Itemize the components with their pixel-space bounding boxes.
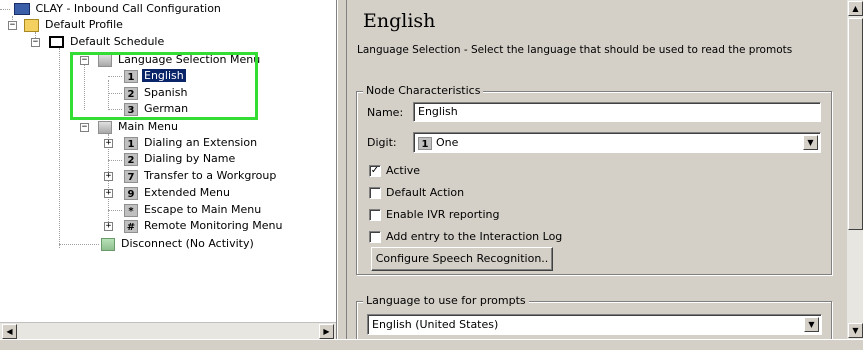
tree-connector bbox=[84, 64, 85, 110]
tree-node-main-item[interactable]: 2 Dialing by Name bbox=[124, 151, 237, 167]
tree-node-schedule[interactable]: Default Schedule bbox=[49, 34, 166, 50]
collapse-icon[interactable]: − bbox=[80, 123, 89, 132]
tree-connector bbox=[108, 134, 109, 228]
tree-connector bbox=[108, 93, 122, 94]
menu-node-icon bbox=[98, 120, 112, 134]
expand-icon[interactable]: + bbox=[104, 172, 113, 181]
tree-node-language-spanish[interactable]: 2 Spanish bbox=[124, 85, 189, 101]
chevron-down-icon[interactable]: ▼ bbox=[804, 317, 819, 332]
expand-icon[interactable]: + bbox=[104, 139, 113, 148]
active-checkbox[interactable]: ✓ Active bbox=[369, 164, 420, 178]
group-legend: Node Characteristics bbox=[363, 84, 484, 97]
tree-connector bbox=[108, 80, 109, 110]
tree-node-main-item[interactable]: 7 Transfer to a Workgroup bbox=[124, 168, 278, 184]
node-characteristics-group: Node Characteristics Name: English Digit… bbox=[356, 84, 832, 275]
tree-node-main-item[interactable]: # Remote Monitoring Menu bbox=[124, 218, 284, 234]
expand-icon[interactable]: + bbox=[104, 222, 113, 231]
scroll-left-icon[interactable]: ◀ bbox=[2, 324, 17, 339]
calendar-icon bbox=[49, 36, 64, 48]
interaction-log-checkbox[interactable]: Add entry to the Interaction Log bbox=[369, 230, 562, 244]
menu-node-icon bbox=[98, 53, 112, 67]
name-field[interactable]: English bbox=[413, 102, 821, 122]
prompt-language-group: Language to use for prompts English (Uni… bbox=[356, 294, 832, 339]
tree-connector bbox=[59, 48, 60, 248]
status-bar bbox=[0, 339, 863, 350]
tree-node-root[interactable]: CLAY - Inbound Call Configuration bbox=[0, 1, 223, 17]
collapse-icon[interactable]: − bbox=[31, 38, 40, 47]
expand-icon[interactable]: + bbox=[104, 189, 113, 198]
default-action-checkbox[interactable]: Default Action bbox=[369, 186, 464, 200]
digit-select[interactable]: 1 One ▼ bbox=[413, 132, 821, 153]
scroll-thumb[interactable] bbox=[848, 18, 863, 230]
profile-icon bbox=[24, 18, 39, 32]
scroll-up-icon[interactable]: ▲ bbox=[848, 1, 863, 16]
tree-node-disconnect[interactable]: Disconnect (No Activity) bbox=[101, 236, 256, 252]
tree-node-language-menu[interactable]: Language Selection Menu bbox=[98, 52, 262, 68]
tree-node-language-english[interactable]: 1 English bbox=[124, 68, 186, 84]
name-label: Name: bbox=[367, 106, 404, 119]
prompt-language-value: English (United States) bbox=[372, 318, 499, 331]
prompt-language-select[interactable]: English (United States) ▼ bbox=[367, 314, 822, 335]
collapse-icon[interactable]: − bbox=[80, 56, 89, 65]
tree-connector bbox=[108, 76, 122, 77]
detail-pane: English Language Selection - Select the … bbox=[346, 0, 863, 339]
collapse-icon[interactable]: − bbox=[8, 21, 17, 30]
checkbox-icon: ✓ bbox=[369, 165, 381, 177]
tree-connector bbox=[59, 244, 99, 245]
tree-horizontal-scrollbar[interactable]: ◀ ▶ bbox=[0, 322, 336, 339]
checkbox-icon bbox=[369, 209, 381, 221]
digit-label: Digit: bbox=[367, 136, 397, 149]
configure-speech-button[interactable]: Configure Speech Recognition.. bbox=[371, 247, 553, 271]
pane-splitter[interactable] bbox=[337, 0, 346, 349]
tree-node-main-menu[interactable]: Main Menu bbox=[98, 119, 180, 135]
tree-connector bbox=[108, 109, 122, 110]
group-legend: Language to use for prompts bbox=[363, 294, 529, 307]
tree-pane[interactable]: CLAY - Inbound Call Configuration − Defa… bbox=[0, 0, 337, 339]
digit-badge: 1 bbox=[418, 136, 432, 150]
tree-node-main-item[interactable]: 9 Extended Menu bbox=[124, 185, 232, 201]
checkbox-icon bbox=[369, 231, 381, 243]
checkbox-icon bbox=[369, 187, 381, 199]
tree-node-main-item[interactable]: * Escape to Main Menu bbox=[124, 202, 263, 218]
disconnect-icon bbox=[101, 237, 115, 251]
computer-icon bbox=[13, 3, 30, 15]
chevron-down-icon[interactable]: ▼ bbox=[803, 135, 818, 150]
tree-node-language-german[interactable]: 3 German bbox=[124, 101, 190, 117]
tree-connector bbox=[108, 160, 122, 161]
page-description: Language Selection - Select the language… bbox=[357, 44, 793, 56]
tree-node-profile[interactable]: Default Profile bbox=[24, 17, 125, 33]
scroll-down-icon[interactable]: ▼ bbox=[848, 323, 863, 338]
digit-value: One bbox=[436, 136, 459, 149]
scroll-right-icon[interactable]: ▶ bbox=[319, 324, 334, 339]
page-title: English bbox=[363, 10, 436, 32]
tree-node-main-item[interactable]: 1 Dialing an Extension bbox=[124, 135, 259, 151]
tree-connector bbox=[108, 210, 122, 211]
ivr-reporting-checkbox[interactable]: Enable IVR reporting bbox=[369, 208, 499, 222]
detail-vertical-scrollbar[interactable]: ▲ ▼ bbox=[847, 0, 863, 339]
